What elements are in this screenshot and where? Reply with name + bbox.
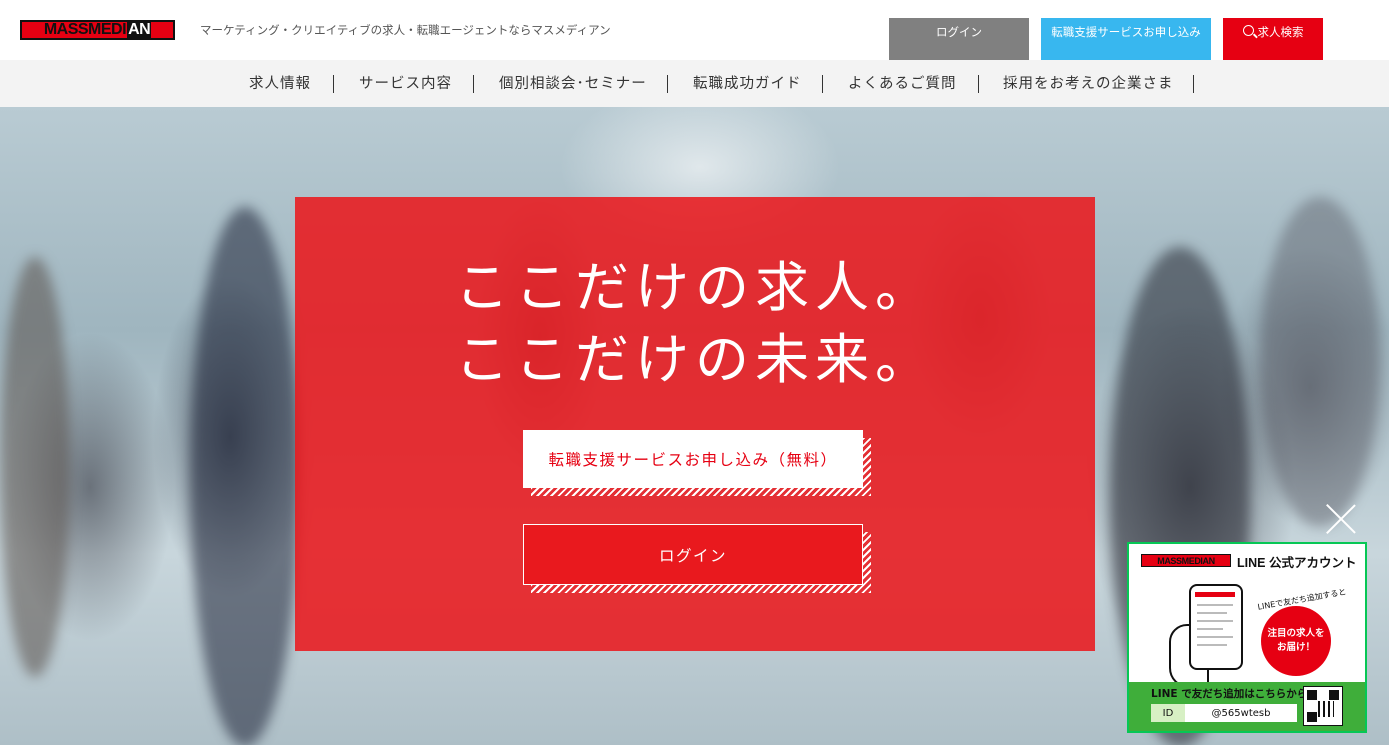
hero-background-figure (190, 207, 300, 745)
nav-item-for-companies[interactable]: 採用をお考えの企業さま (1003, 75, 1174, 93)
hero-background-photo (0, 257, 70, 677)
line-official-account-banner[interactable]: MASSMEDIAN LINE 公式アカウント LINEで友だち追加すると 注目… (1127, 542, 1367, 733)
bubble-line-1: 注目の求人を (1267, 627, 1325, 639)
close-icon[interactable] (1325, 503, 1357, 535)
line-id-value: @565wtesb (1211, 707, 1271, 719)
phone-screen-line (1197, 620, 1233, 622)
nav-item-success-guide[interactable]: 転職成功ガイド (693, 75, 802, 93)
apply-free-cta-label: 転職支援サービスお申し込み（無料） (548, 451, 838, 469)
phone-screen-line (1197, 612, 1227, 614)
nav-item-faq[interactable]: よくあるご質問 (848, 75, 957, 93)
hero-red-panel: ここだけの求人。 ここだけの未来。 転職支援サービスお申し込み（無料） ログイン (295, 197, 1095, 651)
nav-divider (978, 75, 979, 93)
login-button-label: ログイン (936, 25, 982, 39)
hero-headline-line-2: ここだけの未来。 (455, 328, 935, 391)
phone-screen-line (1197, 636, 1233, 638)
login-cta-button[interactable]: ログイン (523, 524, 863, 585)
nav-divider (333, 75, 334, 93)
job-search-button-label: 求人検索 (1257, 25, 1304, 39)
site-tagline: マーケティング・クリエイティブの求人・転職エージェントならマスメディアン (200, 23, 611, 37)
phone-screen-line (1197, 644, 1227, 646)
line-banner-logo: MASSMEDIAN (1141, 554, 1231, 567)
apply-service-button[interactable]: 転職支援サービスお申し込み (1041, 18, 1211, 60)
line-id-box: ID @565wtesb (1151, 704, 1297, 722)
nav-divider (473, 75, 474, 93)
hero-background-figure (1260, 197, 1380, 527)
apply-service-button-label: 転職支援サービスお申し込み (1051, 25, 1201, 39)
global-nav: 求人情報 サービス内容 個別相談会･セミナー 転職成功ガイド よくあるご質問 採… (0, 60, 1389, 107)
phone-screen-line (1197, 604, 1233, 606)
line-banner-title: LINE 公式アカウント (1237, 556, 1357, 570)
nav-divider (822, 75, 823, 93)
smartphone-icon (1189, 584, 1243, 670)
phone-screen-line (1197, 628, 1223, 630)
nav-divider (1193, 75, 1194, 93)
site-logo[interactable]: MASSMEDI AN (20, 20, 175, 40)
bubble-line-2: お届け！ (1276, 642, 1315, 653)
line-id-label: ID (1151, 704, 1185, 722)
nav-item-seminars[interactable]: 個別相談会･セミナー (499, 75, 647, 93)
apply-cta-wrapper: 転職支援サービスお申し込み（無料） (523, 430, 871, 496)
qr-code-icon (1303, 686, 1343, 726)
logo-text: MASSMEDI (43, 21, 127, 38)
nav-item-jobs[interactable]: 求人情報 (249, 75, 311, 93)
site-header: MASSMEDI AN マーケティング・クリエイティブの求人・転職エージェントなら… (0, 0, 1389, 60)
login-cta-wrapper: ログイン (523, 524, 871, 593)
apply-free-cta-button[interactable]: 転職支援サービスお申し込み（無料） (523, 430, 863, 488)
phone-screen-header (1195, 592, 1235, 597)
login-cta-label: ログイン (658, 546, 727, 565)
speech-bubble: 注目の求人を お届け！ (1261, 606, 1331, 676)
nav-item-services[interactable]: サービス内容 (359, 75, 452, 93)
line-banner-footer: LINE で友だち追加はこちらから ID @565wtesb (1129, 682, 1365, 731)
logo-text-an: AN (127, 21, 152, 38)
line-add-friend-text: LINE で友だち追加はこちらから (1151, 688, 1308, 700)
login-button[interactable]: ログイン (889, 18, 1029, 60)
job-search-button[interactable]: 求人検索 (1223, 18, 1323, 60)
search-icon (1242, 25, 1254, 36)
nav-divider (667, 75, 668, 93)
hero-headline-line-1: ここだけの求人。 (455, 256, 935, 319)
